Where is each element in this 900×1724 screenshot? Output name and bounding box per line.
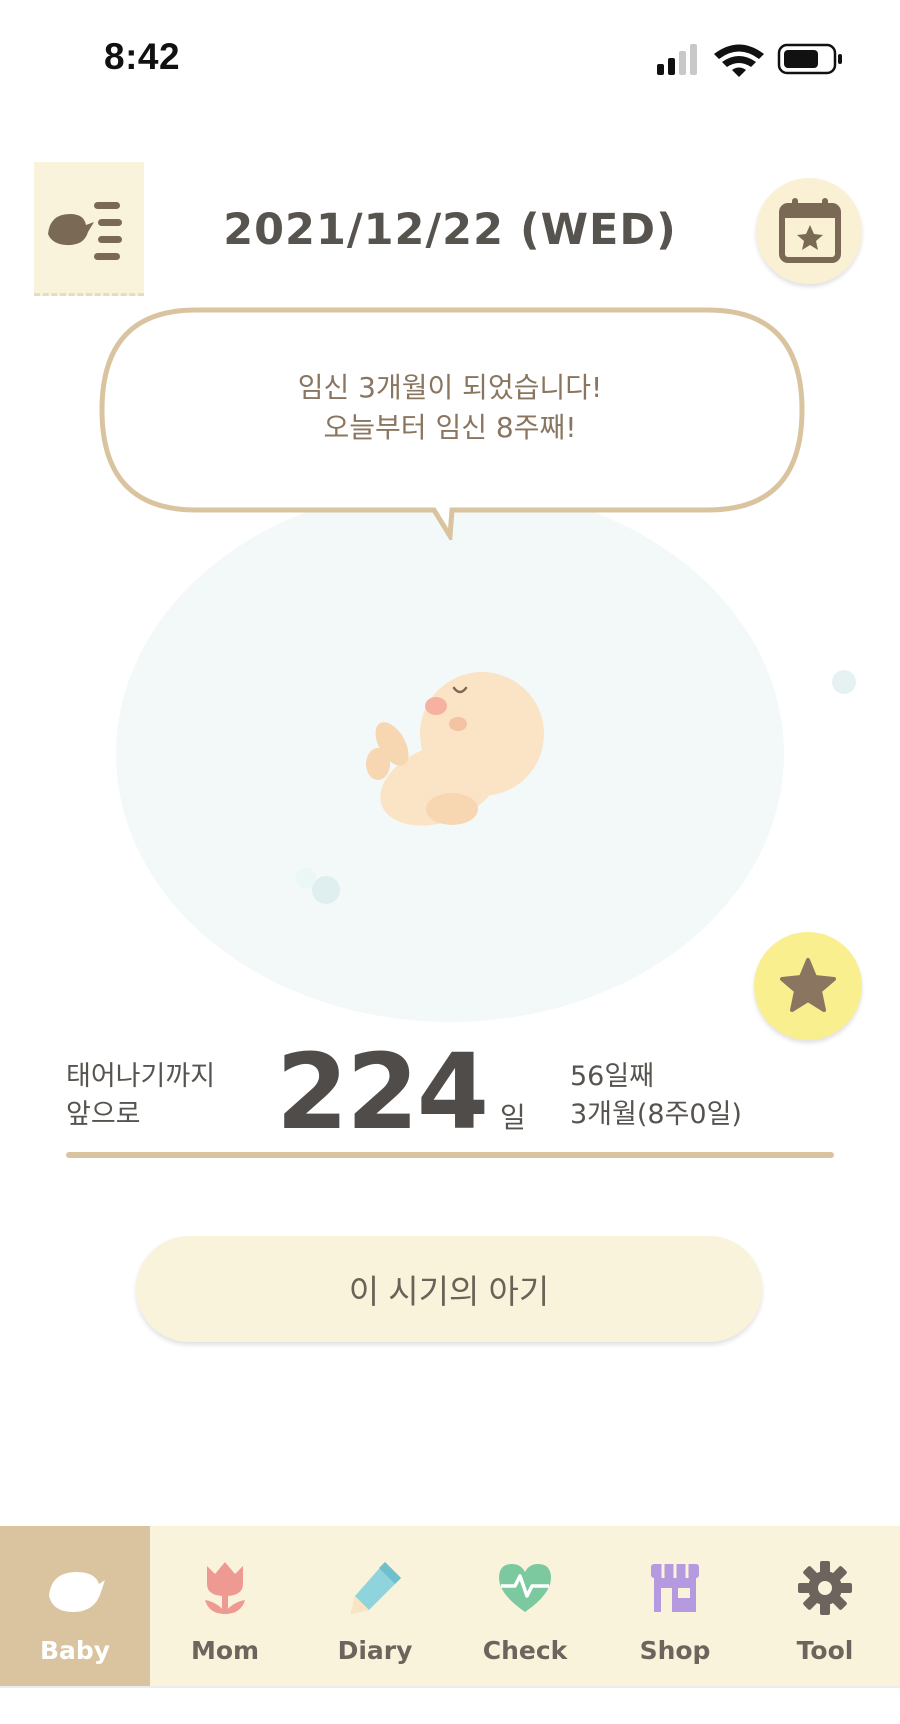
tab-baby[interactable]: Baby bbox=[0, 1526, 150, 1686]
tab-diary[interactable]: Diary bbox=[300, 1526, 450, 1686]
battery-icon bbox=[777, 43, 842, 75]
star-icon bbox=[780, 958, 836, 1012]
bottom-tab-bar: Baby Mom Diary Check Shop Tool bbox=[0, 1526, 900, 1686]
milestone-message: 임신 3개월이 되었습니다! 오늘부터 임신 8주째! bbox=[110, 368, 790, 448]
countdown-label-line-1: 태어나기까지 bbox=[66, 1061, 216, 1092]
pencil-icon bbox=[351, 1562, 401, 1614]
bird-icon bbox=[49, 1572, 105, 1612]
divider-line bbox=[66, 1152, 834, 1158]
days-unit: 일 bbox=[500, 1101, 526, 1134]
tab-label: Mom bbox=[190, 1636, 260, 1665]
gear-icon bbox=[798, 1561, 852, 1615]
heart-pulse-icon bbox=[499, 1564, 551, 1612]
fetus-illustration bbox=[366, 672, 544, 826]
milestone-line-1: 임신 3개월이 되었습니다! bbox=[297, 371, 603, 404]
menu-button[interactable] bbox=[34, 162, 144, 296]
countdown-label: 태어나기까지 앞으로 bbox=[66, 1058, 215, 1134]
calendar-button[interactable] bbox=[756, 178, 862, 284]
milestone-line-2: 오늘부터 임신 8주째! bbox=[323, 411, 577, 444]
store-icon bbox=[651, 1564, 699, 1612]
bird-list-icon bbox=[48, 202, 122, 260]
tulip-icon bbox=[205, 1562, 245, 1614]
signal-icon bbox=[657, 44, 697, 75]
tab-label: Check bbox=[482, 1636, 568, 1665]
floating-bubble bbox=[312, 876, 340, 904]
tab-label: Shop bbox=[639, 1636, 711, 1665]
date-title: 2021/12/22 (WED) bbox=[223, 205, 677, 255]
favorite-star-button[interactable] bbox=[754, 932, 862, 1040]
tab-tool[interactable]: Tool bbox=[750, 1526, 900, 1686]
countdown-label-line-2: 앞으로 bbox=[66, 1099, 141, 1130]
tab-label: Baby bbox=[39, 1636, 111, 1665]
day-count: 56일째 bbox=[570, 1061, 655, 1092]
tab-mom[interactable]: Mom bbox=[150, 1526, 300, 1686]
tab-label: Diary bbox=[337, 1636, 413, 1665]
tab-shop[interactable]: Shop bbox=[600, 1526, 750, 1686]
month-info: 3개월(8주0일) bbox=[570, 1099, 742, 1130]
home-indicator-area bbox=[0, 1686, 900, 1724]
status-time: 8:42 bbox=[104, 36, 181, 77]
tab-check[interactable]: Check bbox=[450, 1526, 600, 1686]
days-left-number: 224 bbox=[276, 1031, 489, 1153]
tab-label: Tool bbox=[796, 1636, 854, 1665]
app-screen: 8:42 2021/12/22 (WED) 임신 3개월이 되었습니다! 오늘부… bbox=[0, 0, 900, 1724]
pregnancy-progress: 56일째 3개월(8주0일) bbox=[570, 1058, 742, 1134]
baby-this-period-button[interactable]: 이 시기의 아기 bbox=[136, 1236, 762, 1342]
wifi-icon bbox=[714, 44, 764, 77]
calendar-star-icon bbox=[779, 198, 841, 263]
floating-bubble bbox=[296, 868, 316, 888]
floating-bubble bbox=[832, 670, 856, 694]
status-icons bbox=[657, 43, 842, 77]
